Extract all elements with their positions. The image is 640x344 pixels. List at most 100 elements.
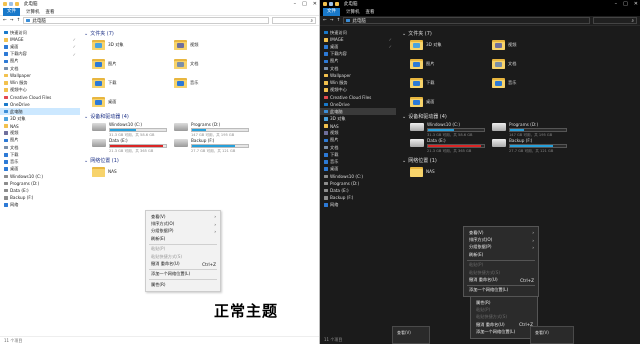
sidebar-item[interactable]: 视频中心 xyxy=(0,87,80,94)
sidebar-item[interactable]: 桌面 ✓ xyxy=(0,43,80,50)
pin-icon[interactable]: ✓ xyxy=(389,44,392,49)
chevron-down-icon[interactable]: ⌄ xyxy=(84,114,88,120)
sidebar-item[interactable]: 下载 xyxy=(320,151,396,158)
drive-item[interactable]: Data (E:) 21.3 GB 可用，共 365 GB xyxy=(92,138,167,154)
folder-item[interactable]: 视频 xyxy=(492,39,516,50)
folders-section-header[interactable]: ⌄ 文件夹 (7) xyxy=(402,30,432,38)
address-field[interactable]: 此电脑 xyxy=(23,17,269,24)
maximize-icon[interactable]: □ xyxy=(623,1,628,7)
sidebar-item[interactable]: OneDrive xyxy=(0,101,80,108)
sidebar-item[interactable]: 此电脑 xyxy=(320,108,396,116)
network-item[interactable]: NAS xyxy=(92,166,117,177)
menu-item[interactable]: 撤消 重命名(U) Ctrl+Z xyxy=(471,321,537,328)
folders-section-header[interactable]: ⌄ 文件夹 (7) xyxy=(84,30,114,38)
tab-computer[interactable]: 计算机 xyxy=(26,9,40,15)
mini-menu-item[interactable]: 查看(V) xyxy=(535,330,549,336)
network-section-header[interactable]: ⌄ 网络位置 (1) xyxy=(402,157,437,165)
tab-file[interactable]: 文件 xyxy=(3,7,20,16)
folder-item[interactable]: 文档 xyxy=(174,58,198,69)
sidebar-item[interactable]: Win 服务 xyxy=(0,79,80,86)
menu-item[interactable]: 查看(V) › xyxy=(464,229,538,236)
sidebar-item[interactable]: NAS xyxy=(0,122,80,129)
sidebar-item[interactable]: Programs (D:) xyxy=(320,180,396,187)
forward-icon[interactable]: → xyxy=(330,18,334,23)
sidebar-item[interactable]: 此电脑 xyxy=(0,108,80,116)
properties-icon[interactable] xyxy=(329,2,333,6)
sidebar-item[interactable]: IMAGE ✓ xyxy=(320,36,396,43)
back-icon[interactable]: ← xyxy=(323,18,327,23)
sidebar-item[interactable]: Backup (F:) xyxy=(320,194,396,201)
new-folder-icon[interactable] xyxy=(335,2,339,6)
sidebar-item[interactable]: Creative Cloud Files xyxy=(320,94,396,101)
sidebar-item[interactable]: Data (E:) xyxy=(0,187,80,194)
sidebar-item[interactable]: 图片 xyxy=(320,58,396,65)
menu-item[interactable]: 撤消 重命名(U) Ctrl+Z xyxy=(146,260,220,267)
folder-item[interactable]: 桌面 xyxy=(410,96,434,107)
sidebar-item[interactable]: IMAGE ✓ xyxy=(0,36,80,43)
tab-file[interactable]: 文件 xyxy=(323,8,340,16)
menu-item[interactable]: 属性(R) xyxy=(471,299,537,306)
back-icon[interactable]: ← xyxy=(3,18,7,23)
tab-view[interactable]: 查看 xyxy=(366,9,375,15)
sidebar-item[interactable]: Data (E:) xyxy=(320,187,396,194)
drive-item[interactable]: Programs (D:) 147 GB 可用，共 195 GB xyxy=(174,122,249,138)
folder-item[interactable]: 图片 xyxy=(92,58,116,69)
drive-item[interactable]: Programs (D:) 147 GB 可用，共 195 GB xyxy=(492,122,567,138)
folder-item[interactable]: 音乐 xyxy=(174,77,198,88)
menu-item[interactable]: 刷新(E) xyxy=(464,251,538,258)
sidebar-item[interactable]: 视频 xyxy=(320,130,396,137)
menu-item[interactable]: 粘贴快捷方式(S) xyxy=(146,253,220,260)
drives-section-header[interactable]: ⌄ 设备和驱动器 (4) xyxy=(402,113,447,121)
folder-item[interactable]: 下载 xyxy=(410,77,434,88)
pin-icon[interactable]: ✓ xyxy=(73,52,76,57)
search-input[interactable]: ⌕ xyxy=(593,17,637,24)
chevron-down-icon[interactable]: ⌄ xyxy=(84,31,88,37)
properties-icon[interactable] xyxy=(9,2,13,6)
sidebar-item[interactable]: Programs (D:) xyxy=(0,180,80,187)
drives-section-header[interactable]: ⌄ 设备和驱动器 (4) xyxy=(84,113,129,121)
sidebar-item[interactable]: 快速访问 xyxy=(320,29,396,36)
menu-item[interactable]: 属性(R) xyxy=(146,281,220,288)
sidebar-item[interactable]: Windows10 (C:) xyxy=(320,173,396,180)
chevron-down-icon[interactable]: ⌄ xyxy=(402,114,406,120)
drive-item[interactable]: Data (E:) 21.3 GB 可用，共 365 GB xyxy=(410,138,485,154)
sidebar-item[interactable]: NAS xyxy=(320,122,396,129)
sidebar-item[interactable]: 文档 xyxy=(320,144,396,151)
sidebar-item[interactable]: 图片 xyxy=(0,137,80,144)
drive-item[interactable]: Backup (F:) 27.7 GB 可用，共 121 GB xyxy=(174,138,249,154)
folder-item[interactable]: 下载 xyxy=(92,77,116,88)
menu-item[interactable]: 撤消 重命名(U) Ctrl+Z xyxy=(464,276,538,283)
forward-icon[interactable]: → xyxy=(10,18,14,23)
folder-item[interactable]: 音乐 xyxy=(492,77,516,88)
menu-item[interactable]: 分组依据(P) › xyxy=(464,244,538,251)
tab-view[interactable]: 查看 xyxy=(46,9,55,15)
sidebar-item[interactable]: 桌面 xyxy=(0,166,80,173)
folder-item[interactable]: 3D 对象 xyxy=(92,39,124,50)
sidebar-item[interactable]: Backup (F:) xyxy=(0,194,80,201)
sidebar-item[interactable]: Win 服务 xyxy=(320,79,396,86)
menu-item[interactable]: 分组依据(P) › xyxy=(146,228,220,235)
drive-item[interactable]: Windows10 (C:) 31.3 GB 可用，共 58.6 GB xyxy=(92,122,167,138)
menu-item[interactable]: 粘贴(P) xyxy=(471,306,537,313)
sidebar-item[interactable]: Wallpaper xyxy=(320,72,396,79)
tab-computer[interactable]: 计算机 xyxy=(346,9,360,15)
address-field[interactable]: 此电脑 xyxy=(343,17,590,24)
sidebar-item[interactable]: 音乐 xyxy=(0,158,80,165)
minimize-icon[interactable]: – xyxy=(615,1,618,7)
pin-icon[interactable]: ✓ xyxy=(73,44,76,49)
sidebar-item[interactable]: 网络 xyxy=(0,202,80,209)
new-folder-icon[interactable] xyxy=(15,2,19,6)
folder-item[interactable]: 文档 xyxy=(492,58,516,69)
maximize-icon[interactable]: □ xyxy=(302,1,307,7)
sidebar-item[interactable]: 3D 对象 xyxy=(320,115,396,122)
folder-item[interactable]: 图片 xyxy=(410,58,434,69)
sidebar-item[interactable]: 图片 xyxy=(320,137,396,144)
network-item[interactable]: NAS xyxy=(410,166,435,177)
sidebar-item[interactable]: 网络 xyxy=(320,202,396,209)
menu-item[interactable]: 排序方式(O) › xyxy=(146,220,220,227)
drive-item[interactable]: Windows10 (C:) 31.3 GB 可用，共 58.6 GB xyxy=(410,122,485,138)
close-icon[interactable]: ✕ xyxy=(313,1,317,7)
sidebar-item[interactable]: 文档 xyxy=(0,65,80,72)
sidebar-item[interactable]: 视频中心 xyxy=(320,87,396,94)
folder-item[interactable]: 桌面 xyxy=(92,96,116,107)
